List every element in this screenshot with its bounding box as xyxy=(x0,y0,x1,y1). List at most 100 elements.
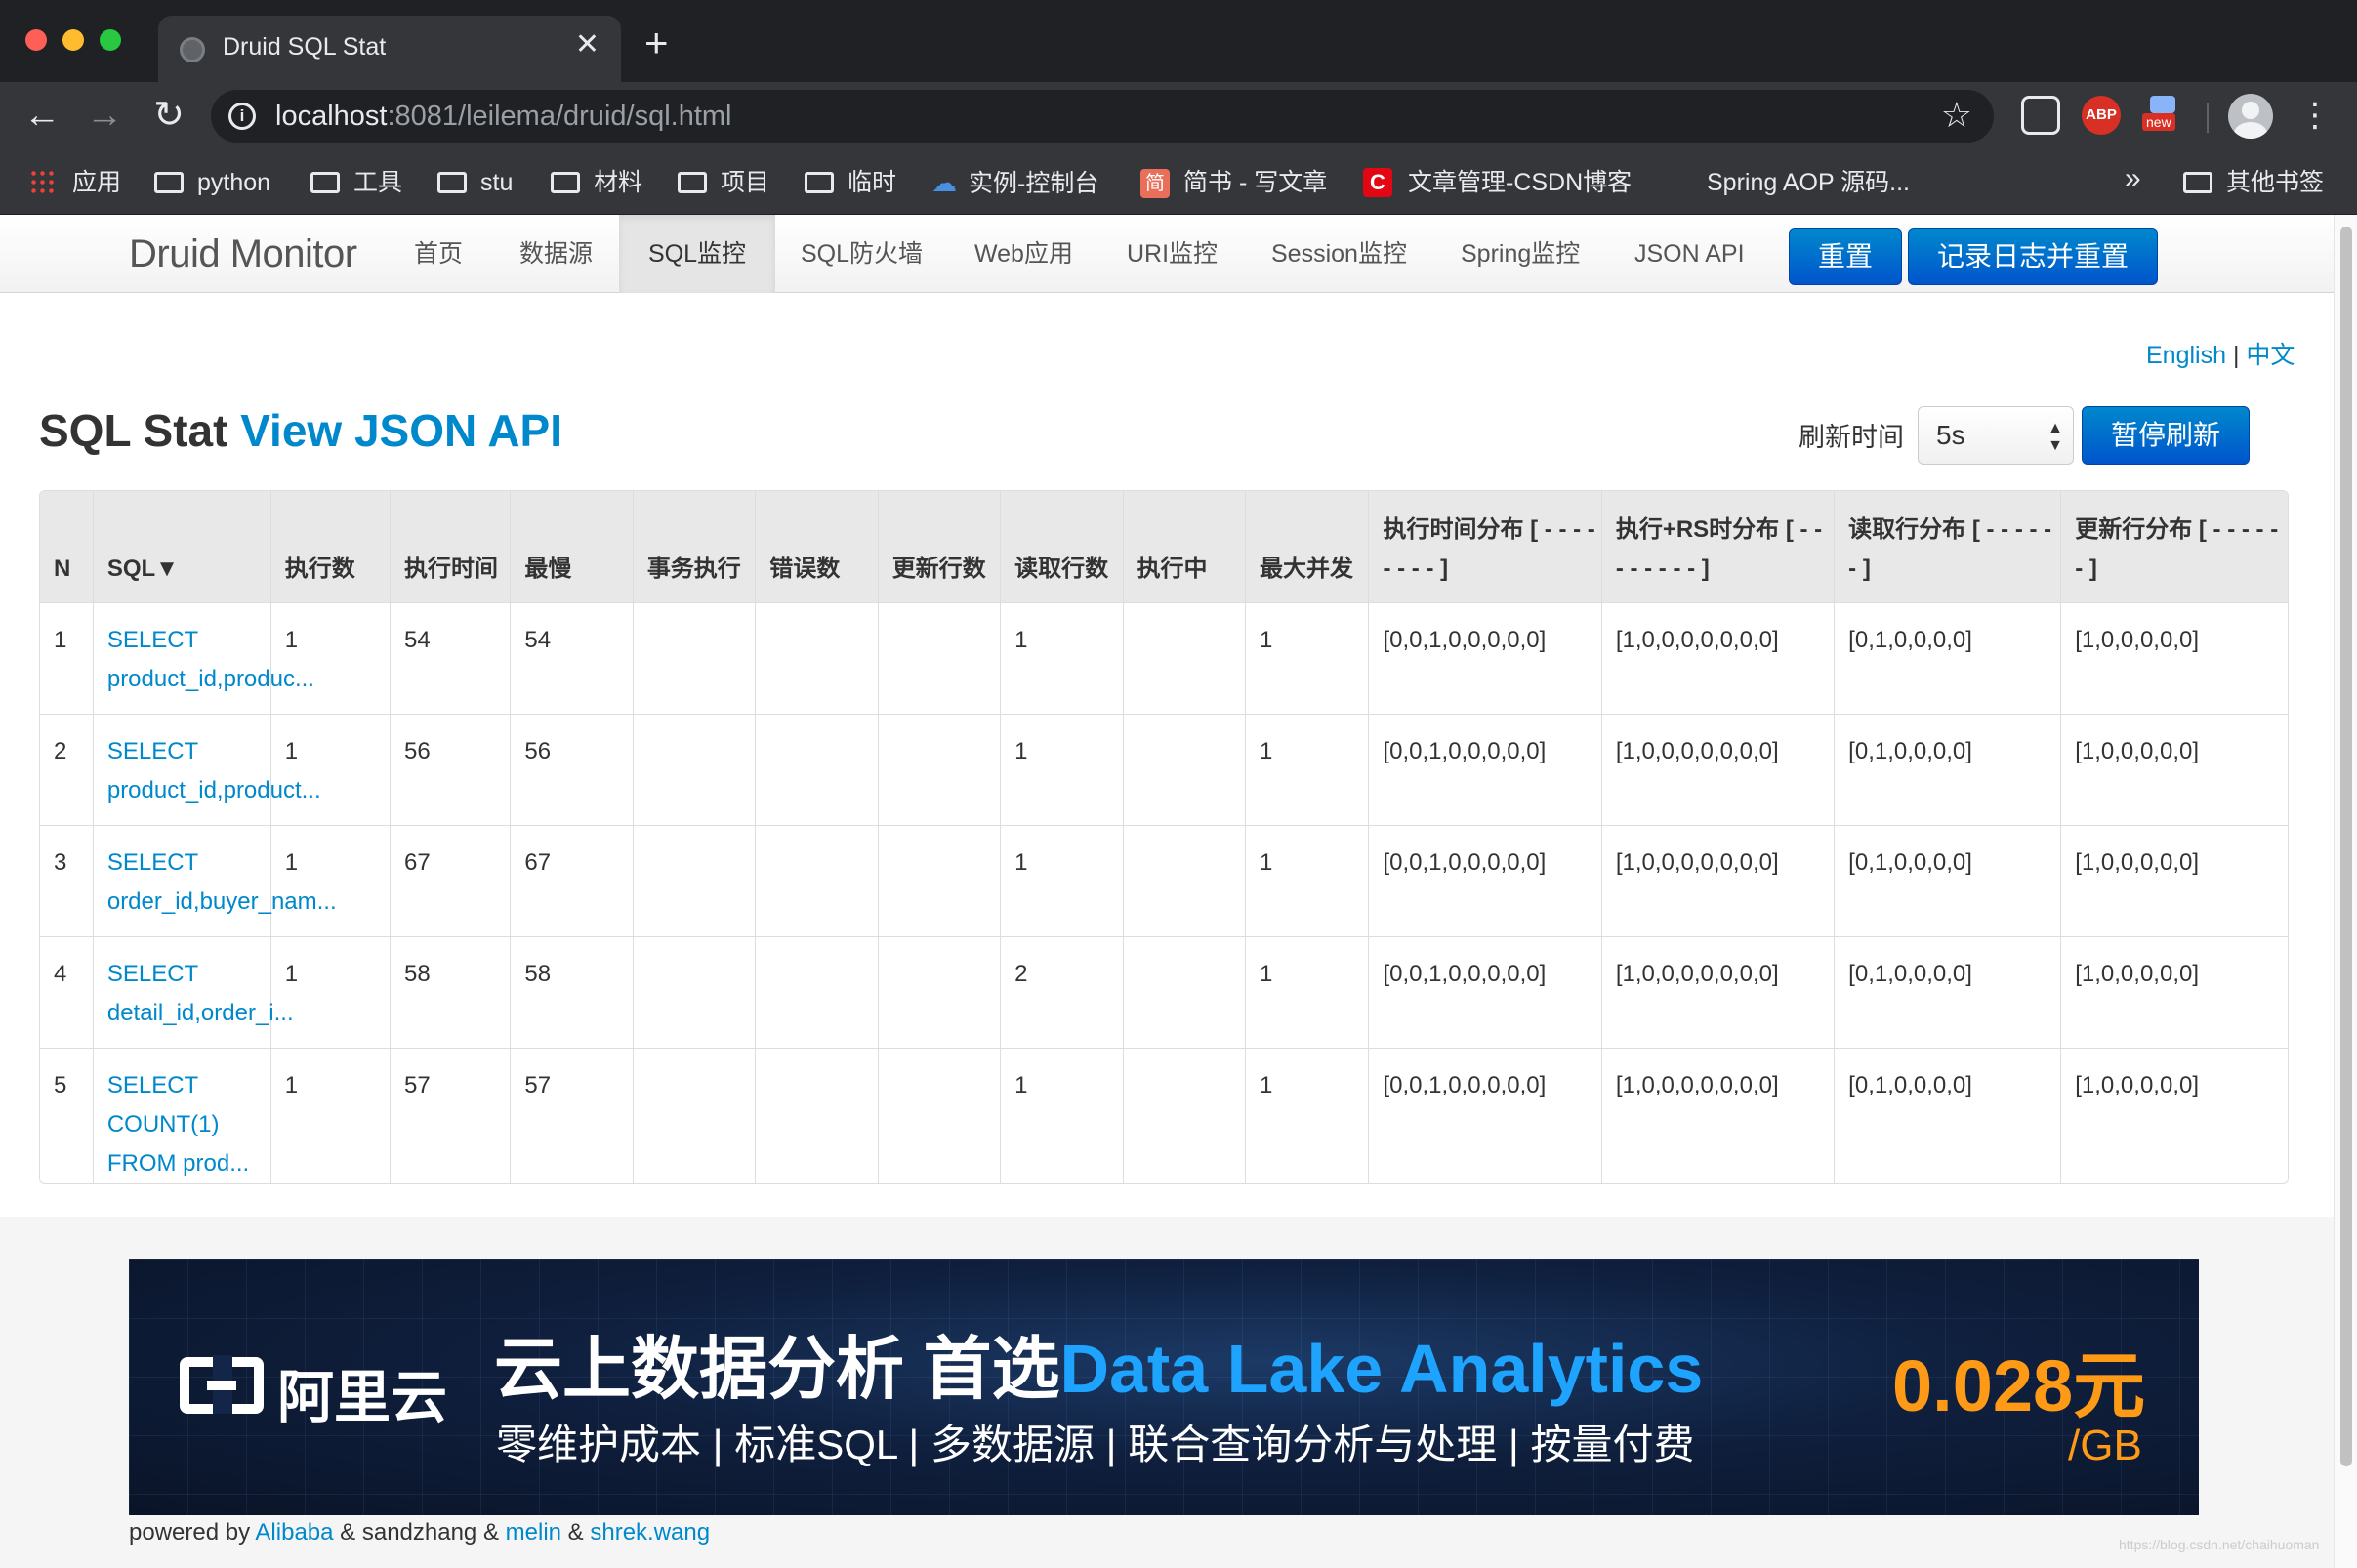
cell-time-dist: [0,0,1,0,0,0,0,0] xyxy=(1368,713,1602,825)
bookmark-star-icon[interactable]: ☆ xyxy=(1941,96,1972,135)
profile-avatar-icon[interactable] xyxy=(2228,94,2273,139)
col-running[interactable]: 执行中 xyxy=(1122,491,1246,603)
banner-price-unit: /GB xyxy=(2068,1422,2142,1469)
nav-spring-monitor[interactable]: Spring监控 xyxy=(1431,215,1609,293)
nav-uri-monitor[interactable]: URI监控 xyxy=(1097,215,1247,293)
cell-time: 58 xyxy=(390,935,511,1048)
cell-upd-dist: [1,0,0,0,0,0] xyxy=(2060,1047,2288,1183)
col-rs-time-distribution[interactable]: 执行+RS时分布 [ - - - - - - - - ] xyxy=(1600,491,1835,603)
col-update-distribution[interactable]: 更新行分布 [ - - - - - - ] xyxy=(2060,491,2288,603)
extension-reader-icon[interactable] xyxy=(2021,96,2060,135)
refresh-interval-select[interactable]: 5s ▲ ▼ xyxy=(1918,406,2074,465)
cell-time-dist: [0,0,1,0,0,0,0,0] xyxy=(1368,602,1602,714)
cell-n: 5 xyxy=(40,1047,94,1183)
url-text[interactable]: localhost:8081/leilema/druid/sql.html xyxy=(275,101,731,133)
alibaba-link[interactable]: Alibaba xyxy=(255,1519,333,1546)
melin-link[interactable]: melin xyxy=(506,1519,561,1546)
log-and-reset-button[interactable]: 记录日志并重置 xyxy=(1908,228,2158,285)
col-error-count[interactable]: 错误数 xyxy=(755,491,879,603)
shrek-link[interactable]: shrek.wang xyxy=(590,1519,710,1546)
col-exec-time[interactable]: 执行时间 xyxy=(390,491,511,603)
cell-running xyxy=(1122,713,1246,825)
cell-maxcon: 1 xyxy=(1244,935,1369,1048)
cell-maxcon: 1 xyxy=(1244,824,1369,936)
cell-upd xyxy=(877,824,1001,936)
bookmark-materials[interactable]: 材料 xyxy=(551,164,642,201)
bookmark-csdn[interactable]: C 文章管理-CSDN博客 xyxy=(1363,164,1632,201)
lang-chinese-link[interactable]: 中文 xyxy=(2246,342,2295,369)
reset-button[interactable]: 重置 xyxy=(1789,228,1902,285)
banner-subtitle: 零维护成本 | 标准SQL | 多数据源 | 联合查询分析与处理 | 按量付费 xyxy=(496,1422,1695,1467)
lang-english-link[interactable]: English xyxy=(2146,342,2226,369)
bookmark-projects[interactable]: 项目 xyxy=(678,164,769,201)
scrollbar-thumb[interactable] xyxy=(2340,227,2352,1466)
col-read-distribution[interactable]: 读取行分布 [ - - - - - - ] xyxy=(1834,491,2061,603)
bookmark-aliyun-console[interactable]: ☁ 实例-控制台 xyxy=(931,164,1098,201)
table-row: 1 SELECT product_id,produc... 1 54 54 1 1 [0,0,1… xyxy=(40,602,2288,714)
col-n[interactable]: N xyxy=(40,491,94,603)
forward-arrow-icon[interactable]: → xyxy=(80,92,129,139)
address-bar[interactable]: i localhost:8081/leilema/druid/sql.html … xyxy=(211,90,1994,143)
bookmark-stu[interactable]: stu xyxy=(437,164,513,201)
nav-datasource[interactable]: 数据源 xyxy=(490,215,622,293)
window-close-icon[interactable] xyxy=(25,29,47,51)
reload-icon[interactable]: ↻ xyxy=(145,92,193,139)
bookmark-temp[interactable]: 临时 xyxy=(805,164,896,201)
bookmark-python[interactable]: python xyxy=(154,164,270,201)
new-badge: new xyxy=(2142,113,2175,131)
nav-sql-monitor[interactable]: SQL监控 xyxy=(619,215,776,293)
info-icon[interactable]: i xyxy=(228,103,256,130)
brand-logo[interactable]: Druid Monitor xyxy=(129,232,357,276)
col-max-concurrent[interactable]: 最大并发 xyxy=(1244,491,1369,603)
extension-new-icon[interactable]: new xyxy=(2142,96,2181,135)
page-scrollbar[interactable] xyxy=(2334,215,2357,1568)
tab-close-icon[interactable]: ✕ xyxy=(575,29,600,61)
sql-link[interactable]: SELECT detail_id,order_i... xyxy=(107,961,294,1026)
window-minimize-icon[interactable] xyxy=(62,29,84,51)
view-json-api-link[interactable]: View JSON API xyxy=(240,405,562,456)
folder-icon xyxy=(154,172,184,193)
cell-maxcon: 1 xyxy=(1244,602,1369,714)
bookmark-tools[interactable]: 工具 xyxy=(310,164,402,201)
cell-n: 2 xyxy=(40,713,94,825)
cell-time: 56 xyxy=(390,713,511,825)
cell-upd-dist: [1,0,0,0,0,0] xyxy=(2060,935,2288,1048)
nav-sql-firewall[interactable]: SQL防火墙 xyxy=(771,215,952,293)
table-row: 5 SELECT COUNT(1) FROM prod... 1 57 57 1 1 [0,0,… xyxy=(40,1047,2288,1183)
extension-glyph-icon xyxy=(2150,96,2175,113)
cell-n: 4 xyxy=(40,935,94,1048)
nav-home[interactable]: 首页 xyxy=(385,215,492,293)
col-slowest[interactable]: 最慢 xyxy=(510,491,634,603)
new-tab-icon[interactable]: + xyxy=(644,22,669,63)
more-bookmarks-icon[interactable]: » xyxy=(2125,162,2141,195)
browser-tab[interactable]: Druid SQL Stat ✕ xyxy=(158,16,621,82)
pause-refresh-button[interactable]: 暂停刷新 xyxy=(2082,406,2250,465)
bookmark-spring-aop[interactable]: Spring AOP 源码... xyxy=(1666,164,1910,201)
window-maximize-icon[interactable] xyxy=(100,29,121,51)
browser-menu-icon[interactable]: ⋮ xyxy=(2298,94,2332,137)
druid-navbar: Druid Monitor 首页 数据源 SQL监控 SQL防火墙 Web应用 … xyxy=(0,215,2334,293)
cell-upd xyxy=(877,713,1001,825)
cell-err xyxy=(755,602,879,714)
cell-sql: SELECT product_id,product... xyxy=(92,713,321,825)
bookmark-other[interactable]: 其他书签 xyxy=(2183,164,2324,201)
cell-upd xyxy=(877,602,1001,714)
bookmark-apps[interactable]: 应用 xyxy=(29,164,121,201)
col-update-rows[interactable]: 更新行数 xyxy=(877,491,1001,603)
back-arrow-icon[interactable]: ← xyxy=(18,92,66,139)
bookmark-jianshu[interactable]: 简简书 - 写文章 xyxy=(1140,164,1327,201)
col-read-rows[interactable]: 读取行数 xyxy=(1000,491,1124,603)
sql-link[interactable]: SELECT COUNT(1) FROM prod... xyxy=(107,1072,249,1176)
nav-json-api[interactable]: JSON API xyxy=(1605,215,1774,293)
nav-web-app[interactable]: Web应用 xyxy=(945,215,1102,293)
col-sql[interactable]: SQL▼ xyxy=(92,491,271,603)
cell-slowest: 58 xyxy=(510,935,634,1048)
col-txn-exec[interactable]: 事务执行 xyxy=(632,491,756,603)
col-time-distribution[interactable]: 执行时间分布 [ - - - - - - - - ] xyxy=(1368,491,1602,603)
col-exec-count[interactable]: 执行数 xyxy=(269,491,391,603)
aliyun-ad-banner[interactable]: 阿里云 云上数据分析 首选Data Lake Analytics 零维护成本 |… xyxy=(129,1259,2199,1515)
cell-upd-dist: [1,0,0,0,0,0] xyxy=(2060,602,2288,714)
cell-time-dist: [0,0,1,0,0,0,0,0] xyxy=(1368,1047,1602,1183)
nav-session-monitor[interactable]: Session监控 xyxy=(1242,215,1436,293)
adblock-icon[interactable]: ABP xyxy=(2082,96,2121,135)
